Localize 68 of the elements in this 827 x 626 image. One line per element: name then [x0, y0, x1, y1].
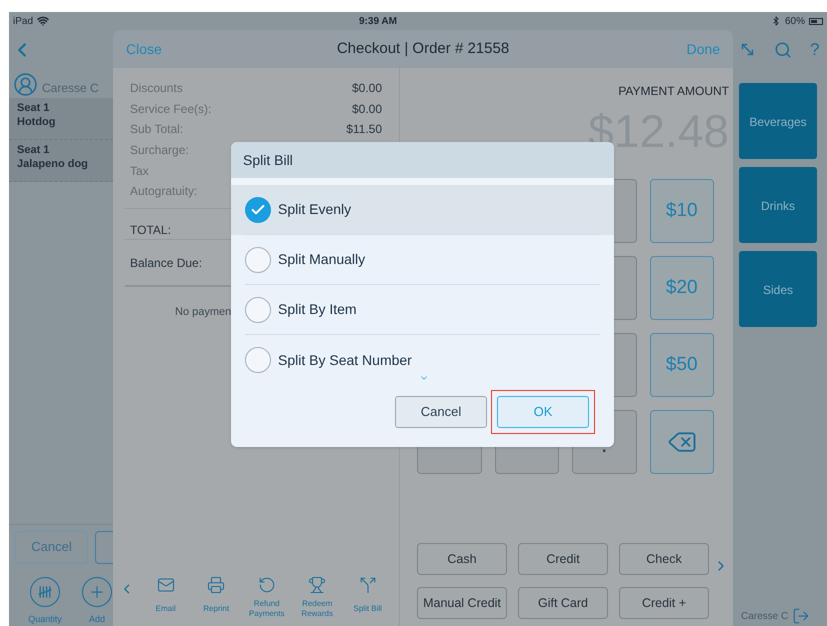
radio-button[interactable]: [245, 296, 271, 322]
printer-icon: [207, 576, 226, 594]
clock-time: 9:39 AM: [359, 14, 397, 28]
payment-method-button[interactable]: Manual Credit: [417, 587, 507, 619]
action-button[interactable]: Split Bill: [348, 574, 387, 622]
undo-icon: [258, 576, 276, 594]
wifi-icon: [37, 15, 50, 27]
trophy-icon: [308, 576, 326, 594]
split-option[interactable]: Split By Item: [231, 285, 614, 335]
action-button[interactable]: Refund Payments: [247, 574, 286, 622]
total-label: Balance Due:: [130, 256, 202, 270]
split-option[interactable]: Split Evenly: [231, 185, 614, 235]
backspace-key[interactable]: [650, 410, 714, 474]
action-button[interactable]: Reprint: [196, 574, 236, 622]
order-item[interactable]: Seat 1 Jalapeno dog: [9, 140, 113, 182]
action-button[interactable]: Redeem Rewards: [298, 574, 336, 622]
tool-label: Add: [88, 612, 105, 626]
payment-method-button[interactable]: Cash: [417, 543, 507, 575]
radio-button[interactable]: [245, 246, 271, 272]
payment-method-button[interactable]: Gift Card: [518, 587, 608, 619]
category-tile[interactable]: Beverages: [739, 83, 817, 159]
summary-value: $0.00: [352, 80, 382, 98]
split-option[interactable]: Split By Seat Number: [231, 335, 614, 385]
payments-note: No paymen: [175, 306, 232, 318]
amount-key[interactable]: $50: [650, 333, 714, 397]
summary-label: Tax: [130, 162, 149, 180]
battery-percent: 60%: [784, 14, 805, 28]
tool-label: Quantity: [28, 612, 62, 626]
search-icon[interactable]: [774, 40, 792, 58]
total-label: TOTAL:: [130, 222, 171, 237]
summary-label: Surcharge:: [130, 142, 189, 160]
payment-method-button[interactable]: Check: [619, 543, 709, 575]
user-name: Caresse C: [741, 610, 788, 624]
expand-icon[interactable]: [739, 41, 756, 58]
carrier-label: iPad: [13, 14, 34, 28]
payment-method-button[interactable]: Credit +: [619, 587, 709, 619]
action-button[interactable]: Email: [146, 574, 185, 622]
category-tile[interactable]: Drinks: [739, 167, 817, 243]
summary-value: $11.50: [346, 121, 382, 138]
split-icon: [358, 576, 377, 594]
radio-checked[interactable]: [245, 196, 271, 222]
amount-key[interactable]: $10: [650, 179, 714, 243]
amount-key[interactable]: $20: [650, 256, 714, 320]
summary-label: Autogratuity:: [130, 183, 198, 200]
category-tile[interactable]: Sides: [739, 251, 817, 327]
tool-button[interactable]: [82, 576, 112, 606]
checkout-title: Checkout | Order # 21558: [336, 38, 510, 59]
help-button[interactable]: ?: [810, 36, 820, 62]
tally-icon: [37, 584, 53, 600]
split-option[interactable]: Split Manually: [231, 235, 614, 285]
tool-button[interactable]: [30, 576, 60, 606]
battery-icon: [809, 18, 823, 24]
summary-value: $0.00: [352, 100, 382, 118]
summary-label: Discounts: [130, 80, 183, 98]
logout-icon[interactable]: [792, 607, 810, 625]
user-avatar-icon: [13, 72, 38, 97]
dialog-title: Split Bill: [243, 150, 293, 170]
summary-label: Sub Total:: [130, 121, 184, 138]
payment-amount-label: PAYMENT AMOUNT: [618, 84, 729, 98]
mail-icon: [156, 576, 175, 594]
payment-method-button[interactable]: Credit: [518, 543, 608, 575]
summary-label: Service Fee(s):: [130, 100, 212, 118]
order-item[interactable]: Seat 1 Hotdog: [9, 98, 113, 140]
bluetooth-icon: [770, 16, 781, 26]
dialog-button[interactable]: Cancel: [395, 396, 487, 428]
cancel-button[interactable]: Cancel: [15, 530, 88, 564]
radio-button[interactable]: [245, 347, 271, 373]
dialog-button[interactable]: OK: [497, 396, 589, 428]
